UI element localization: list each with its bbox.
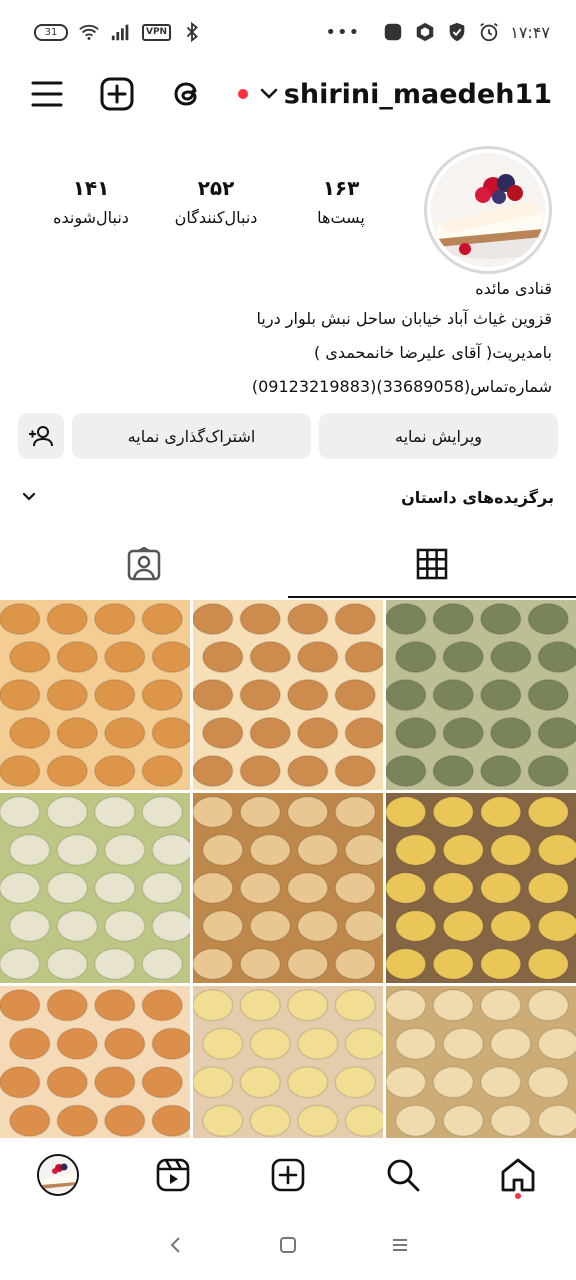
create-post-icon[interactable]	[100, 77, 134, 111]
followers-stat[interactable]: ۲۵۲ دنبال‌کنندگان	[161, 176, 271, 227]
vpn-icon: VPN	[142, 23, 172, 41]
post-tile[interactable]	[0, 986, 190, 1138]
home-icon	[501, 1158, 535, 1192]
alarm-icon	[480, 22, 498, 42]
avatar-image	[431, 153, 545, 267]
profile-avatar[interactable]	[424, 146, 552, 274]
highlights-label: برگزیده‌های داستان	[401, 487, 554, 507]
followers-count: ۲۵۲	[197, 176, 235, 200]
signal-icon	[111, 24, 129, 41]
post-tile[interactable]	[0, 600, 190, 790]
post-image	[193, 793, 383, 983]
notification-dot	[515, 1193, 522, 1199]
posts-label: پست‌ها	[317, 208, 365, 227]
post-image	[0, 793, 190, 983]
post-tile[interactable]	[193, 986, 383, 1138]
grid-icon	[416, 548, 448, 580]
bio-phone[interactable]: شماره‌تماس(33689058)(09123219883)	[12, 370, 552, 404]
display-name: قنادی مائده	[475, 279, 552, 298]
recents-icon[interactable]	[390, 1235, 410, 1255]
following-label: دنبال‌شونده	[53, 208, 129, 227]
post-tile[interactable]	[386, 600, 576, 790]
status-bar: 31 VPN ••• ۱۷:۴۷	[0, 0, 576, 64]
profile-avatar-small	[36, 1154, 79, 1196]
more-icon: •••	[325, 21, 361, 43]
profile-section: ۱۶۳ پست‌ها ۲۵۲ دنبال‌کنندگان ۱۴۱ دنبال‌ش…	[0, 146, 576, 276]
following-stat[interactable]: ۱۴۱ دنبال‌شونده	[36, 176, 146, 227]
status-right: ••• ۱۷:۴۷	[325, 21, 550, 43]
system-nav-bar	[0, 1210, 576, 1280]
post-tile[interactable]	[386, 793, 576, 983]
bio-address: قزوین غیاث آباد خیابان ساحل نبش بلوار در…	[256, 309, 552, 328]
post-image	[0, 600, 190, 790]
tagged-icon	[127, 547, 161, 581]
story-highlights[interactable]: برگزیده‌های داستان	[22, 480, 554, 514]
tab-posts-grid[interactable]	[288, 530, 576, 598]
hexagon-app-icon	[416, 22, 434, 42]
post-image	[193, 986, 383, 1138]
nav-profile[interactable]	[28, 1145, 88, 1205]
share-profile-button[interactable]: اشتراک‌گذاری نمایه	[72, 413, 311, 459]
profile-actions: ویرایش نمایه اشتراک‌گذاری نمایه	[18, 413, 558, 459]
post-image	[386, 793, 576, 983]
nav-home[interactable]	[488, 1145, 548, 1205]
post-image	[386, 600, 576, 790]
followers-label: دنبال‌کنندگان	[174, 208, 258, 227]
back-icon[interactable]	[166, 1235, 186, 1255]
clock: ۱۷:۴۷	[510, 22, 550, 42]
tab-tagged[interactable]	[0, 530, 288, 598]
edit-profile-button[interactable]: ویرایش نمایه	[319, 413, 558, 459]
nav-reels[interactable]	[143, 1145, 203, 1205]
discover-people-button[interactable]	[18, 413, 64, 459]
bluetooth-icon	[186, 21, 199, 43]
bio-manager: بامدیریت( آقای علیرضا خانمحمدی )	[314, 343, 552, 362]
profile-stats: ۱۶۳ پست‌ها ۲۵۲ دنبال‌کنندگان ۱۴۱ دنبال‌ش…	[36, 176, 396, 227]
post-image	[0, 986, 190, 1138]
chevron-down-icon	[260, 88, 278, 99]
nav-create[interactable]	[258, 1145, 318, 1205]
notification-dot	[237, 89, 248, 99]
status-left: 31 VPN	[34, 21, 203, 43]
profile-tabs	[0, 530, 576, 598]
reels-icon	[156, 1158, 190, 1192]
posts-grid	[0, 600, 576, 1138]
post-tile[interactable]	[193, 793, 383, 983]
post-tile[interactable]	[0, 793, 190, 983]
battery-icon: 31	[34, 23, 68, 41]
home-square-icon[interactable]	[278, 1235, 298, 1255]
posts-stat[interactable]: ۱۶۳ پست‌ها	[286, 176, 396, 227]
post-image	[193, 600, 383, 790]
app-notification-icon	[384, 23, 402, 41]
post-tile[interactable]	[386, 986, 576, 1138]
bottom-nav	[0, 1140, 576, 1210]
menu-icon[interactable]	[30, 77, 64, 111]
posts-count: ۱۶۳	[322, 176, 360, 200]
profile-header: shirini_maedeh11	[0, 64, 576, 124]
profile-bio: قنادی مائده قزوین غیاث آباد خیابان ساحل …	[12, 276, 552, 404]
chevron-down-icon	[22, 492, 36, 501]
nav-search[interactable]	[373, 1145, 433, 1205]
username: shirini_maedeh11	[283, 78, 552, 110]
post-image	[386, 986, 576, 1138]
header-actions	[30, 77, 204, 111]
create-icon	[271, 1158, 305, 1192]
wifi-icon	[79, 24, 99, 40]
shield-check-icon	[449, 22, 465, 42]
account-switcher[interactable]: shirini_maedeh11	[237, 78, 552, 110]
threads-icon[interactable]	[170, 77, 204, 111]
search-icon	[387, 1159, 420, 1192]
add-person-icon	[29, 426, 53, 447]
following-count: ۱۴۱	[72, 176, 110, 200]
post-tile[interactable]	[193, 600, 383, 790]
